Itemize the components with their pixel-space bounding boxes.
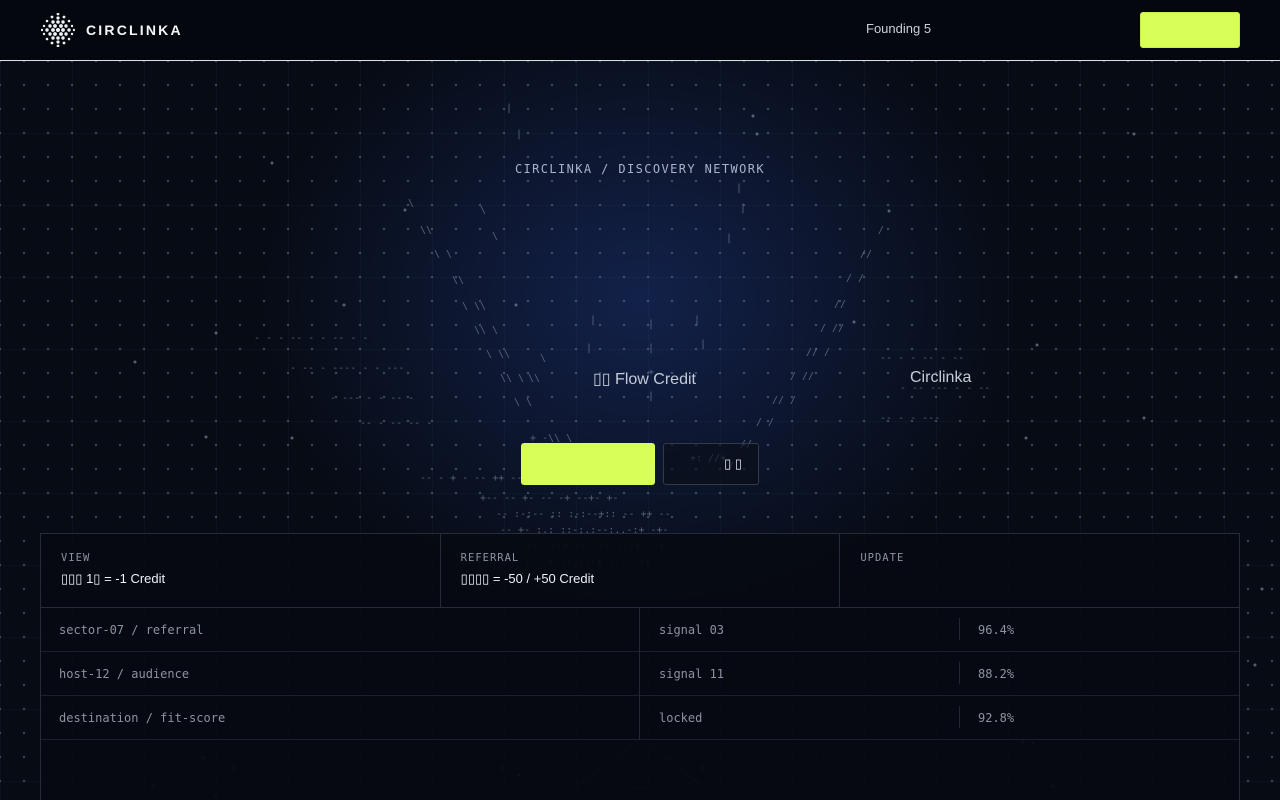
stat-value: ▯▯▯ 1▯ = -1 Credit: [61, 571, 166, 586]
stat-label: UPDATE: [860, 552, 905, 564]
svg-text:|: |: [586, 343, 592, 354]
svg-text:-- - -- -- -: -- - -- -- -: [360, 418, 432, 429]
brand-name: CIRCLINKA: [86, 22, 183, 38]
stat-label: VIEW: [61, 552, 91, 564]
signal-table: sector-07 / referral signal 03 96.4% hos…: [41, 608, 1239, 740]
column-divider: [639, 652, 640, 696]
column-divider: [959, 662, 960, 684]
svg-text:\\ \: \\ \: [500, 373, 524, 384]
stats-bar: VIEW ▯▯▯ 1▯ = -1 Credit REFERRAL ▯▯▯▯ = …: [41, 534, 1239, 608]
row-score: 96.4%: [978, 623, 1015, 637]
svg-text:- - - -- - - -- - -: - - - -- - - -- - -: [254, 333, 368, 344]
svg-text:/ /: / /: [846, 273, 864, 284]
row-score: 88.2%: [978, 667, 1015, 681]
stat-referral: REFERRAL ▯▯▯▯ = -50 / +50 Credit: [441, 534, 841, 607]
svg-text:|: |: [648, 319, 654, 330]
header-cta-button[interactable]: [1140, 12, 1240, 48]
hero-primary-button[interactable]: [521, 443, 655, 485]
svg-text:// /: // /: [772, 395, 796, 406]
svg-text:|: |: [700, 339, 706, 350]
svg-text:-- - - -- - --: -- - - -- - --: [880, 353, 964, 364]
svg-text:|: |: [648, 391, 654, 402]
svg-text:\\: \\: [452, 275, 464, 286]
discovery-panel: VIEW ▯▯▯ 1▯ = -1 Credit REFERRAL ▯▯▯▯ = …: [40, 533, 1240, 800]
stat-label: REFERRAL: [460, 552, 520, 564]
svg-text:|: |: [590, 315, 596, 326]
svg-text:// /: // /: [806, 347, 830, 358]
svg-text:|: |: [694, 315, 700, 326]
table-row: sector-07 / referral signal 03 96.4%: [41, 608, 1239, 652]
svg-text:\ \\: \ \\: [462, 301, 486, 312]
svg-text:- --- - - -- -: - --- - - -- -: [330, 393, 414, 404]
svg-text:-- :-:-- :: :-:--+:: -- ++ --: -- :-:-- :: :-:--+:: -- ++ --: [496, 509, 671, 520]
column-divider: [639, 696, 640, 740]
svg-text:\: \: [540, 353, 546, 364]
hero-text-brand: Circlinka: [910, 369, 972, 386]
stat-update: UPDATE: [840, 534, 1239, 607]
hero-secondary-button[interactable]: ▯ ▯: [663, 443, 759, 485]
dotted-sphere-icon: [41, 13, 75, 47]
svg-text:/: /: [878, 225, 884, 236]
page: \ \\ \ \ \\ \ \\ \\ \ \ \\ \\ \ \ \ \ \ \ \\ ///…: [0, 0, 1280, 800]
hero-eyebrow: CIRCLINKA / DISCOVERY NETWORK: [514, 162, 766, 176]
svg-text:\: \: [492, 231, 498, 242]
svg-text:\: \: [480, 205, 486, 216]
row-name: sector-07 / referral: [59, 623, 204, 637]
svg-text://: //: [834, 299, 846, 310]
svg-text:\ \: \ \: [434, 249, 452, 260]
svg-text:/ /: / /: [756, 417, 774, 428]
column-divider: [639, 608, 640, 652]
svg-text:|: |: [740, 203, 746, 214]
svg-text:\: \: [408, 198, 414, 209]
svg-text:-- - - ---: -- - - ---: [880, 413, 940, 424]
founding-link[interactable]: Founding 5: [866, 21, 931, 36]
svg-text:/ //: / //: [820, 323, 844, 334]
column-divider: [959, 706, 960, 728]
svg-text:|: |: [736, 183, 742, 194]
svg-text:\\ \: \\ \: [474, 325, 498, 336]
svg-text:|: |: [726, 233, 732, 244]
row-signal: signal 03: [659, 623, 725, 637]
column-divider: [959, 618, 960, 640]
svg-text:|: |: [648, 343, 654, 354]
svg-text://: //: [860, 249, 872, 260]
table-row: host-12 / audience signal 11 88.2%: [41, 652, 1239, 696]
table-row: destination / fit-score locked 92.8%: [41, 696, 1239, 740]
svg-text:|: |: [506, 103, 512, 114]
stat-value: ▯▯▯▯ = -50 / +50 Credit: [460, 571, 595, 586]
svg-text:\\: \\: [528, 373, 540, 384]
svg-text:-- - + - -- ++ -- -: -- - + - -- ++ -- -: [420, 473, 534, 484]
row-signal: signal 11: [659, 667, 725, 681]
top-header: CIRCLINKA Founding 5: [0, 0, 1280, 61]
row-name: destination / fit-score: [59, 711, 226, 725]
stat-view: VIEW ▯▯▯ 1▯ = -1 Credit: [41, 534, 441, 607]
row-name: host-12 / audience: [59, 667, 190, 681]
svg-text:- -- - ---- - - ---: - -- - ---- - - ---: [290, 363, 404, 374]
hero-text-flow-credit: ▯▯ Flow Credit: [593, 371, 696, 388]
row-score: 92.8%: [978, 711, 1015, 725]
brand-logo[interactable]: CIRCLINKA: [40, 12, 183, 48]
svg-text:/ //: / //: [790, 371, 814, 382]
row-signal: locked: [659, 711, 703, 725]
svg-text:+-- -- +- -- -+ --+- +-: +-- -- +- -- -+ --+- +-: [480, 493, 618, 504]
svg-text:|: |: [516, 129, 522, 140]
svg-text:\\: \\: [420, 225, 432, 236]
svg-text:\ \\: \ \\: [486, 349, 510, 360]
svg-text:\ \: \ \: [514, 397, 532, 408]
